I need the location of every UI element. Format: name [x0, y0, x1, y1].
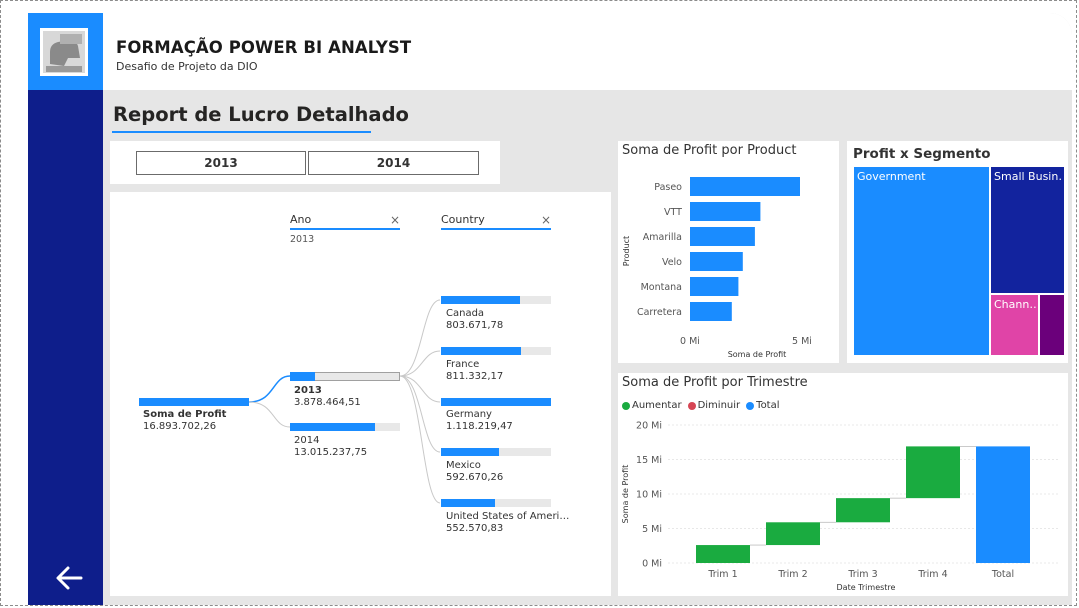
country-header-underline	[441, 228, 551, 230]
country-label: France	[446, 359, 480, 370]
product-bar[interactable]	[690, 202, 761, 221]
y-tick-label: 20 Mi	[636, 421, 662, 432]
year-button-2013[interactable]: 2013	[136, 151, 306, 175]
year-slicer: 2013 2014	[110, 141, 500, 184]
decomposition-tree: Soma de Profit 16.893.702,26 Ano × 2013 …	[110, 192, 611, 596]
waterfall-bar[interactable]	[836, 498, 890, 523]
tile-label: Small Busin…	[994, 170, 1063, 183]
country-value: 552.570,83	[446, 523, 504, 534]
waterfall-bar[interactable]	[906, 446, 960, 499]
ano-bar	[290, 372, 316, 381]
product-tick-label: VTT	[664, 207, 682, 218]
country-bar	[441, 499, 495, 507]
tile-label: Chann…	[994, 298, 1037, 311]
product-tick-label: Montana	[641, 282, 682, 293]
x-tick-label: Trim 4	[917, 569, 947, 580]
app-title: FORMAÇÃO POWER BI ANALYST	[116, 38, 412, 57]
report-canvas: FORMAÇÃO POWER BI ANALYST Desafio de Pro…	[28, 13, 1072, 605]
product-tick-label: Paseo	[654, 182, 682, 193]
treemap-tile-small-business[interactable]: Small Busin…	[991, 167, 1064, 293]
country-bar	[441, 448, 500, 456]
tree-connectors	[248, 299, 441, 504]
page-title-underline	[112, 131, 371, 133]
treemap-title: Profit x Segmento	[853, 146, 991, 162]
waterfall-bar[interactable]	[766, 522, 820, 546]
ano-close-icon[interactable]: ×	[390, 213, 400, 227]
root-value: 16.893.702,26	[143, 421, 217, 432]
ano-header-underline	[290, 228, 400, 230]
y-axis-title: Product	[622, 236, 631, 266]
y-tick-label: 10 Mi	[636, 490, 662, 501]
product-bar[interactable]	[690, 227, 755, 246]
y-axis-title: Soma de Profit	[621, 465, 630, 524]
x-tick-label: 5 Mi	[792, 336, 812, 347]
x-tick-label: Total	[991, 569, 1014, 580]
waterfall-bar[interactable]	[696, 545, 750, 563]
back-arrow-icon[interactable]	[54, 565, 84, 591]
x-tick-label: Trim 1	[707, 569, 737, 580]
page-title: Report de Lucro Detalhado	[113, 103, 409, 126]
country-bar	[441, 398, 551, 406]
logo-box	[28, 13, 103, 90]
x-tick-label: Trim 2	[777, 569, 807, 580]
product-chart: Soma de Profit por Product Paseo VTT Amari…	[618, 141, 839, 363]
quarter-chart: Soma de Profit por Trimestre Aumentar Di…	[618, 373, 1068, 596]
y-tick-label: 15 Mi	[636, 455, 662, 466]
ano-label: 2014	[294, 435, 320, 446]
root-label: Soma de Profit	[143, 409, 227, 420]
ano-value: 13.015.237,75	[294, 447, 368, 458]
treemap-tile-government[interactable]: Government	[854, 167, 989, 355]
country-value: 592.670,26	[446, 472, 504, 483]
product-tick-label: Velo	[662, 257, 682, 268]
app-subtitle: Desafio de Projeto da DIO	[116, 60, 258, 73]
country-bar	[441, 347, 522, 355]
quarter-chart-plot: 0 Mi 5 Mi 10 Mi 15 Mi 20 Mi Trim 1 Trim 2 Trim …	[621, 421, 1058, 592]
country-label: Mexico	[446, 460, 481, 471]
product-bar[interactable]	[690, 252, 743, 271]
country-value: 811.332,17	[446, 371, 504, 382]
waterfall-bar[interactable]	[976, 446, 1030, 563]
country-close-icon[interactable]: ×	[541, 213, 551, 227]
ano-label: 2013	[294, 385, 322, 396]
ano-bar	[290, 423, 375, 431]
product-bar[interactable]	[690, 302, 732, 321]
country-label: Germany	[446, 409, 492, 420]
country-label: Canada	[446, 308, 485, 319]
year-button-2014[interactable]: 2014	[308, 151, 479, 175]
country-value: 803.671,78	[446, 320, 504, 331]
segment-treemap: Profit x Segmento Government Small Busin…	[847, 141, 1068, 363]
country-bar	[441, 296, 521, 304]
tile-label: Government	[857, 170, 926, 183]
country-label: United States of Ameri…	[446, 511, 570, 522]
x-axis-title: Soma de Profit	[728, 350, 787, 359]
root-bar[interactable]	[139, 398, 249, 406]
country-header: Country	[441, 213, 485, 226]
treemap-tile-other[interactable]	[1040, 295, 1064, 355]
product-bar[interactable]	[690, 177, 800, 196]
ano-header: Ano	[290, 213, 312, 226]
dio-logo	[40, 28, 88, 76]
report-header: FORMAÇÃO POWER BI ANALYST Desafio de Pro…	[103, 13, 1072, 90]
treemap-tile-channel[interactable]: Chann…	[991, 295, 1038, 355]
y-tick-label: 5 Mi	[642, 524, 662, 535]
x-tick-label: Trim 3	[847, 569, 877, 580]
product-bar[interactable]	[690, 277, 739, 296]
product-chart-plot: Paseo VTT Amarilla Velo Montana Carretera 0 Mi…	[622, 177, 812, 359]
product-tick-label: Carretera	[637, 307, 682, 318]
y-tick-label: 0 Mi	[642, 559, 662, 570]
x-axis-title: Date Trimestre	[837, 583, 896, 592]
sidebar	[28, 13, 103, 605]
ano-value: 3.878.464,51	[294, 397, 361, 408]
country-value: 1.118.219,47	[446, 421, 513, 432]
ano-selected: 2013	[290, 234, 315, 245]
product-tick-label: Amarilla	[643, 232, 682, 243]
x-tick-label: 0 Mi	[680, 336, 700, 347]
